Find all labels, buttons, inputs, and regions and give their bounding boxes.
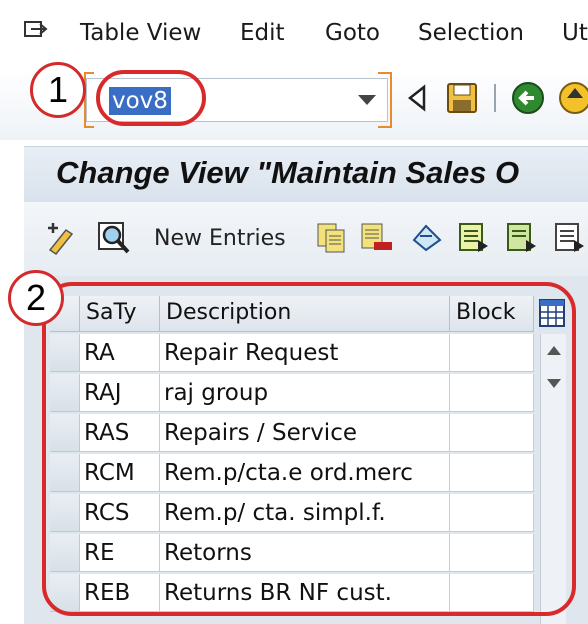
callout-badge-1: 1 bbox=[30, 62, 86, 118]
exit-yellow-icon[interactable] bbox=[558, 80, 588, 116]
callout-ring-table bbox=[42, 282, 576, 616]
menu-edit[interactable]: Edit bbox=[240, 20, 285, 46]
back-triangle-icon[interactable] bbox=[406, 84, 428, 112]
new-entries-button[interactable]: New Entries bbox=[154, 226, 286, 251]
back-green-icon[interactable] bbox=[510, 80, 546, 116]
save-icon[interactable] bbox=[446, 82, 478, 114]
select-all-icon[interactable] bbox=[458, 222, 490, 254]
callout-badge-2: 2 bbox=[8, 270, 64, 326]
menu-bar: Table View Edit Goto Selection Ut bbox=[0, 0, 588, 68]
title-bar: Change View "Maintain Sales O bbox=[24, 146, 588, 202]
chevron-down-icon[interactable] bbox=[358, 95, 376, 105]
menu-exit-icon[interactable] bbox=[22, 20, 50, 44]
find-icon[interactable] bbox=[96, 220, 132, 256]
toolbar-separator bbox=[494, 84, 496, 112]
menu-table-view[interactable]: Table View bbox=[80, 20, 201, 46]
page-title: Change View "Maintain Sales O bbox=[56, 155, 520, 190]
delete-icon[interactable] bbox=[360, 222, 394, 254]
menu-selection[interactable]: Selection bbox=[418, 20, 524, 46]
menu-utilities[interactable]: Ut bbox=[562, 20, 588, 46]
menu-goto[interactable]: Goto bbox=[325, 20, 380, 46]
callout-ring-command-field bbox=[96, 70, 206, 126]
undo-change-icon[interactable] bbox=[410, 220, 444, 254]
display-change-icon[interactable] bbox=[44, 220, 80, 256]
deselect-all-icon[interactable] bbox=[554, 222, 586, 254]
command-field-bracket-right bbox=[378, 72, 392, 128]
select-block-icon[interactable] bbox=[506, 222, 538, 254]
copy-as-icon[interactable] bbox=[316, 222, 346, 254]
